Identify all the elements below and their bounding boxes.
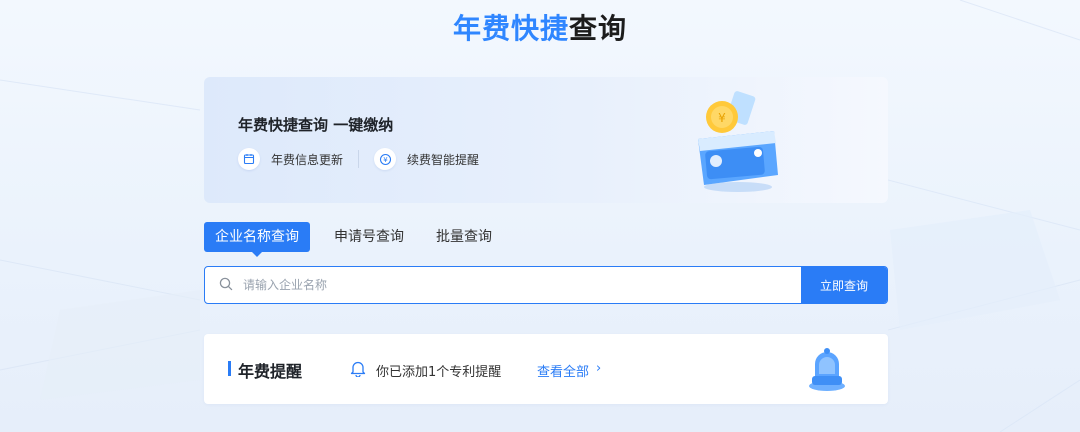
bell-3d-illustration [809, 348, 845, 391]
search-input[interactable] [241, 277, 765, 293]
tab-company-name[interactable]: 企业名称查询 [204, 222, 310, 257]
feature-smart-reminder: ¥ 续费智能提醒 [374, 147, 479, 171]
page-title-rest: 查询 [569, 12, 628, 45]
section-accent-bar [228, 361, 231, 376]
view-all-link[interactable]: 查看全部 [537, 361, 589, 380]
banner-heading: 年费快捷查询 一键缴纳 [238, 116, 394, 134]
tab-batch-query[interactable]: 批量查询 [420, 222, 508, 252]
search-field [205, 267, 801, 303]
page-title-accent: 年费快捷 [452, 12, 569, 45]
chevron-right-icon[interactable]: › [596, 361, 601, 376]
feature-fee-update: 年费信息更新 [238, 147, 343, 171]
query-tabs: 企业名称查询 申请号查询 批量查询 [204, 222, 508, 257]
feature-label: 年费信息更新 [271, 152, 344, 167]
feature-divider [358, 150, 359, 168]
feature-label: 续费智能提醒 [407, 152, 480, 167]
query-now-button[interactable]: 立即查询 [801, 267, 887, 303]
page-title: 年费快捷查询 [0, 10, 1080, 48]
promo-banner: 年费快捷查询 一键缴纳 年费信息更新 ¥ 续费智能提醒 ¥ [204, 77, 888, 203]
wallet-coin-illustration: ¥ [698, 91, 778, 192]
search-icon [219, 276, 233, 295]
renew-icon: ¥ [374, 148, 396, 170]
reminder-count-text: 你已添加1个专利提醒 [376, 365, 502, 380]
calendar-icon [238, 148, 260, 170]
svg-text:¥: ¥ [383, 156, 388, 164]
svg-text:¥: ¥ [718, 111, 726, 125]
reminder-title: 年费提醒 [238, 362, 303, 381]
tab-application-number[interactable]: 申请号查询 [318, 222, 420, 252]
bell-icon [350, 360, 366, 381]
search-bar: 立即查询 [204, 266, 888, 304]
fee-reminder-card: 年费提醒 你已添加1个专利提醒 查看全部 › [204, 334, 888, 404]
